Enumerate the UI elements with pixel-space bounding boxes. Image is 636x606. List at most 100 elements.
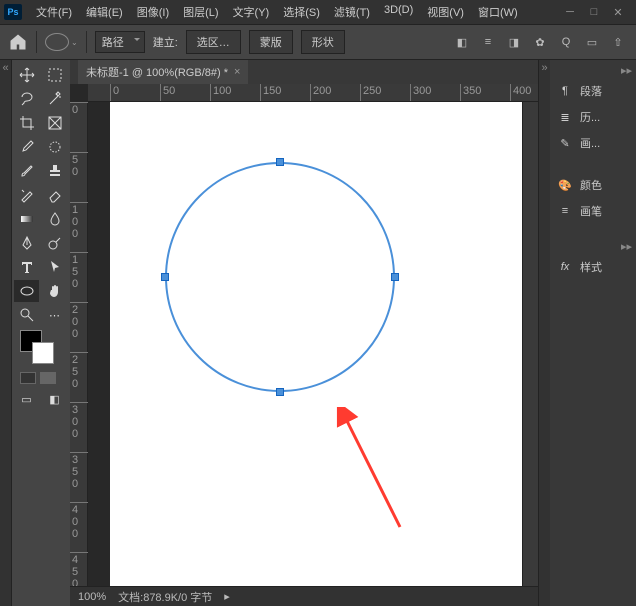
ruler-vertical[interactable]: 050100150200250300350400450 xyxy=(70,102,88,586)
window-controls: ─ □ ✕ xyxy=(562,4,626,20)
paragraph-icon: ¶ xyxy=(556,83,574,99)
annotation-arrow xyxy=(330,407,430,547)
crop-tool[interactable] xyxy=(14,112,39,134)
screen-mode[interactable]: ▭ xyxy=(14,388,39,410)
doc-size: 文档:878.9K/0 字节 xyxy=(118,589,212,605)
eyedropper-tool[interactable] xyxy=(14,136,39,158)
path-op-icon[interactable]: ◧ xyxy=(452,32,472,52)
panel-label: 样式 xyxy=(580,259,602,275)
panels-dock: ▸▸ ¶ 段落 ≣历... ✎画... 🎨颜色 ≡ 画笔 ▸▸ fx 样式 xyxy=(550,60,636,606)
menu-select[interactable]: 选择(S) xyxy=(277,1,326,23)
hand-tool[interactable] xyxy=(42,280,67,302)
panel-label: 段落 xyxy=(580,83,602,99)
menu-window[interactable]: 窗口(W) xyxy=(472,1,524,23)
menu-image[interactable]: 图像(I) xyxy=(131,1,175,23)
tab-close-icon[interactable]: × xyxy=(234,66,240,78)
zoom-level[interactable]: 100% xyxy=(78,591,106,603)
healing-tool[interactable] xyxy=(42,136,67,158)
status-bar: 100% 文档:878.9K/0 字节 ▸ xyxy=(70,586,538,606)
canvas-viewport[interactable] xyxy=(88,102,522,586)
document-tab[interactable]: 未标题-1 @ 100%(RGB/8#) * × xyxy=(78,60,248,84)
maximize-button[interactable]: □ xyxy=(586,4,602,20)
marquee-tool[interactable] xyxy=(42,64,67,86)
share-icon[interactable]: ⇧ xyxy=(608,32,628,52)
app-logo: Ps xyxy=(4,4,22,20)
title-bar: Ps 文件(F) 编辑(E) 图像(I) 图层(L) 文字(Y) 选择(S) 滤… xyxy=(0,0,636,24)
menu-view[interactable]: 视图(V) xyxy=(421,1,470,23)
panel-label: 画笔 xyxy=(580,203,602,219)
panel-menu-icon[interactable]: ▸▸ xyxy=(550,240,636,254)
eraser-tool[interactable] xyxy=(42,184,67,206)
options-bar: ⌄ 路径 建立: 选区… 蒙版 形状 ◧ ≡ ◨ ✿ Q ▭ ⇧ xyxy=(0,24,636,60)
mask-button[interactable]: 蒙版 xyxy=(249,30,293,54)
menu-type[interactable]: 文字(Y) xyxy=(227,1,276,23)
menu-file[interactable]: 文件(F) xyxy=(30,1,78,23)
screen-mode-2[interactable]: ◧ xyxy=(42,388,67,410)
create-label: 建立: xyxy=(153,34,178,50)
menu-edit[interactable]: 编辑(E) xyxy=(80,1,129,23)
arrange-icon[interactable]: ◨ xyxy=(504,32,524,52)
menu-layer[interactable]: 图层(L) xyxy=(177,1,224,23)
menu-filter[interactable]: 滤镜(T) xyxy=(328,1,376,23)
panel-brush[interactable]: ✎画... xyxy=(550,130,636,156)
stamp-tool[interactable] xyxy=(42,160,67,182)
type-tool[interactable] xyxy=(14,256,39,278)
shape-button[interactable]: 形状 xyxy=(301,30,345,54)
ruler-horizontal[interactable]: 050100150200250300350400 xyxy=(88,84,538,102)
menu-3d[interactable]: 3D(D) xyxy=(378,1,419,23)
gradient-tool[interactable] xyxy=(14,208,39,230)
panel-styles[interactable]: fx 样式 xyxy=(550,254,636,280)
dodge-tool[interactable] xyxy=(42,232,67,254)
ellipse-tool[interactable] xyxy=(14,280,39,302)
document-area: 未标题-1 @ 100%(RGB/8#) * × 050100150200250… xyxy=(70,60,538,606)
status-arrow-icon[interactable]: ▸ xyxy=(224,590,230,603)
magic-wand-tool[interactable] xyxy=(42,88,67,110)
close-button[interactable]: ✕ xyxy=(610,4,626,20)
vertical-scrollbar[interactable] xyxy=(522,102,538,586)
history-brush-tool[interactable] xyxy=(14,184,39,206)
ellipse-path[interactable] xyxy=(165,162,395,392)
canvas[interactable] xyxy=(110,102,522,586)
panel-paragraph[interactable]: ¶ 段落 xyxy=(550,78,636,104)
minimize-button[interactable]: ─ xyxy=(562,4,578,20)
home-icon[interactable] xyxy=(8,32,28,52)
panel-menu-icon[interactable]: ▸▸ xyxy=(550,64,636,78)
panel-label: 颜色 xyxy=(580,177,602,193)
edit-toolbar[interactable]: ⋯ xyxy=(42,304,67,326)
fx-icon: fx xyxy=(556,259,574,275)
panel-label: 历... xyxy=(580,109,600,125)
color-swatches[interactable] xyxy=(14,328,68,368)
tools-collapse[interactable]: « xyxy=(0,60,12,606)
brushes-icon: ≡ xyxy=(556,203,574,219)
anchor-left[interactable] xyxy=(161,273,169,281)
move-tool[interactable] xyxy=(14,64,39,86)
panel-history[interactable]: ≣历... xyxy=(550,104,636,130)
quickmask-mode[interactable] xyxy=(40,372,56,384)
brush-tool[interactable] xyxy=(14,160,39,182)
zoom-tool[interactable] xyxy=(14,304,39,326)
panel-color[interactable]: 🎨颜色 xyxy=(550,172,636,198)
selection-button[interactable]: 选区… xyxy=(186,30,241,54)
document-tabs: 未标题-1 @ 100%(RGB/8#) * × xyxy=(70,60,538,84)
brush-icon: ✎ xyxy=(556,135,574,151)
tab-title: 未标题-1 @ 100%(RGB/8#) * xyxy=(86,64,228,80)
panel-brushes[interactable]: ≡ 画笔 xyxy=(550,198,636,224)
standard-mode[interactable] xyxy=(20,372,36,384)
pen-tool[interactable] xyxy=(14,232,39,254)
path-mode-dropdown[interactable]: 路径 xyxy=(95,31,145,53)
frame-tool[interactable] xyxy=(42,112,67,134)
search-icon[interactable]: Q xyxy=(556,32,576,52)
anchor-bottom[interactable] xyxy=(276,388,284,396)
anchor-right[interactable] xyxy=(391,273,399,281)
align-icon[interactable]: ≡ xyxy=(478,32,498,52)
path-select-tool[interactable] xyxy=(42,256,67,278)
anchor-top[interactable] xyxy=(276,158,284,166)
mode-icon[interactable]: ▭ xyxy=(582,32,602,52)
chevron-down-icon[interactable]: ⌄ xyxy=(71,38,78,47)
panels-collapse[interactable]: » xyxy=(538,60,550,606)
ellipse-tool-icon[interactable] xyxy=(45,33,69,51)
background-color[interactable] xyxy=(32,342,54,364)
blur-tool[interactable] xyxy=(42,208,67,230)
gear-icon[interactable]: ✿ xyxy=(530,32,550,52)
lasso-tool[interactable] xyxy=(14,88,39,110)
